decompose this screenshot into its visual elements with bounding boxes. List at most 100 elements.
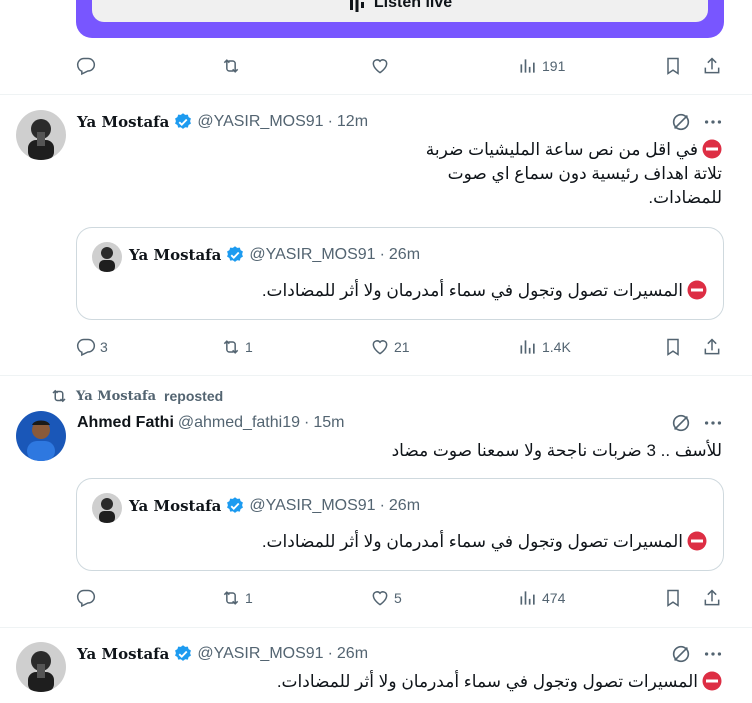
- grok-icon[interactable]: [670, 111, 692, 133]
- more-icon[interactable]: [702, 643, 724, 665]
- quoted-tweet[interactable]: Ya Mostafa @YASIR_MOS91 · 26m المسيرات ت…: [76, 478, 724, 571]
- like-button[interactable]: [370, 54, 390, 78]
- separator-dot: ·: [327, 113, 333, 130]
- views-icon: [520, 340, 535, 354]
- tweet[interactable]: Ya Mostafa reposted Ahmed Fathi @ahmed_f…: [0, 376, 752, 626]
- author-handle[interactable]: @YASIR_MOS91: [197, 113, 323, 131]
- audio-bars-icon: [349, 0, 364, 12]
- reply-icon: [76, 338, 96, 357]
- bookmark-icon: [667, 338, 679, 356]
- share-button[interactable]: [702, 335, 722, 359]
- reposter-name[interactable]: Ya Mostafa: [76, 389, 156, 404]
- repost-button[interactable]: 1: [221, 335, 253, 359]
- like-button[interactable]: 21: [370, 335, 410, 359]
- quote-author-name: Ya Mostafa: [129, 497, 222, 515]
- bookmark-button[interactable]: [663, 54, 683, 78]
- views-count: 191: [542, 58, 566, 74]
- tweet-header: Ahmed Fathi @ahmed_fathi19 · 15m: [77, 411, 344, 435]
- more-icon[interactable]: [702, 111, 724, 133]
- tweet-actions: 191: [76, 54, 724, 78]
- share-icon: [704, 589, 720, 606]
- bookmark-icon: [667, 589, 679, 607]
- tweet[interactable]: Ya Mostafa @YASIR_MOS91 · 12m في اقل من …: [0, 95, 752, 374]
- repost-button[interactable]: [221, 54, 241, 78]
- tweet-tools: [670, 111, 724, 133]
- reply-button[interactable]: 3: [76, 335, 108, 359]
- more-icon[interactable]: [702, 412, 724, 434]
- separator-dot: ·: [379, 246, 385, 263]
- quote-author-handle: @YASIR_MOS91: [249, 246, 376, 263]
- tweet-text: للأسف .. 3 ضربات ناجحة ولا سمعنا صوت مضا…: [391, 441, 722, 460]
- avatar[interactable]: [16, 110, 66, 160]
- quote-header: Ya Mostafa @YASIR_MOS91 · 26m: [129, 496, 420, 516]
- tweet-time[interactable]: 26m: [337, 645, 368, 663]
- like-icon: [372, 59, 388, 74]
- like-icon: [372, 591, 388, 606]
- views-icon: [520, 591, 535, 605]
- tweet-text: المسيرات تصول وتجول في سماء أمدرمان ولا …: [82, 670, 722, 694]
- views-button[interactable]: 1.4K: [518, 335, 571, 359]
- grok-icon[interactable]: [670, 643, 692, 665]
- quote-time: 26m: [388, 246, 421, 263]
- tweet-text: في اقل من نص ساعة المليشيات ضربة تلاتة ا…: [82, 138, 722, 210]
- repost-icon: [223, 340, 239, 354]
- tweet-time[interactable]: 15m: [313, 414, 344, 432]
- quote-header: Ya Mostafa @YASIR_MOS91 · 26m: [129, 245, 420, 265]
- like-button[interactable]: 5: [370, 586, 402, 610]
- separator-dot: ·: [327, 645, 333, 662]
- bookmark-icon: [667, 57, 679, 75]
- no-entry-icon: [687, 280, 707, 300]
- tweet-time[interactable]: 12m: [337, 113, 368, 131]
- verified-icon: [227, 246, 244, 262]
- reply-count: 3: [100, 339, 108, 355]
- no-entry-icon: [687, 531, 707, 551]
- quote-author-name: Ya Mostafa: [129, 246, 222, 264]
- views-count: 1.4K: [542, 339, 571, 355]
- reply-button[interactable]: [76, 54, 96, 78]
- tweet-tools: [670, 412, 724, 434]
- share-icon: [704, 57, 720, 74]
- share-button[interactable]: [702, 586, 722, 610]
- like-count: 5: [394, 590, 402, 606]
- tweet-text-line: تلاتة اهداف رئيسية دون سماع اي صوت: [447, 164, 722, 183]
- separator-dot: ·: [304, 414, 310, 431]
- repost-count: 1: [245, 590, 253, 606]
- tweet-actions: 3 1 21 1.4K: [76, 335, 724, 359]
- quote-avatar: [92, 493, 122, 523]
- repost-count: 1: [245, 339, 253, 355]
- listen-live-label: Listen live: [373, 0, 453, 11]
- separator-dot: ·: [379, 497, 385, 514]
- author-name[interactable]: Ya Mostafa: [77, 645, 169, 663]
- share-icon: [704, 338, 720, 355]
- author-handle[interactable]: @ahmed_fathi19: [178, 414, 300, 432]
- listen-live-button[interactable]: Listen live: [92, 0, 708, 22]
- avatar[interactable]: [16, 642, 66, 692]
- quote-time: 26m: [388, 497, 421, 514]
- tweet-actions: 1 5 474: [76, 586, 724, 610]
- repost-icon: [223, 591, 239, 605]
- share-button[interactable]: [702, 54, 722, 78]
- reply-icon: [76, 589, 96, 608]
- views-button[interactable]: 191: [518, 54, 565, 78]
- avatar[interactable]: [16, 411, 66, 461]
- like-count: 21: [394, 339, 410, 355]
- grok-icon[interactable]: [670, 412, 692, 434]
- quote-author-handle: @YASIR_MOS91: [249, 497, 376, 514]
- author-name[interactable]: Ahmed Fathi: [77, 414, 174, 432]
- verified-icon: [175, 645, 192, 661]
- bookmark-button[interactable]: [663, 335, 683, 359]
- quote-text: المسيرات تصول وتجول في سماء أمدرمان ولا …: [107, 530, 707, 554]
- repost-icon: [52, 389, 66, 403]
- reply-button[interactable]: [76, 586, 96, 610]
- verified-icon: [227, 497, 244, 513]
- tweet-header: Ya Mostafa @YASIR_MOS91 · 26m: [77, 642, 368, 666]
- bookmark-button[interactable]: [663, 586, 683, 610]
- tweet[interactable]: Ya Mostafa @YASIR_MOS91 · 26m المسيرات ت…: [0, 628, 752, 703]
- quote-avatar: [92, 242, 122, 272]
- author-name[interactable]: Ya Mostafa: [77, 113, 169, 131]
- author-handle[interactable]: @YASIR_MOS91: [197, 645, 323, 663]
- quoted-tweet[interactable]: Ya Mostafa @YASIR_MOS91 · 26m المسيرات ت…: [76, 227, 724, 320]
- no-entry-icon: [702, 671, 722, 691]
- views-button[interactable]: 474: [518, 586, 565, 610]
- repost-button[interactable]: 1: [221, 586, 253, 610]
